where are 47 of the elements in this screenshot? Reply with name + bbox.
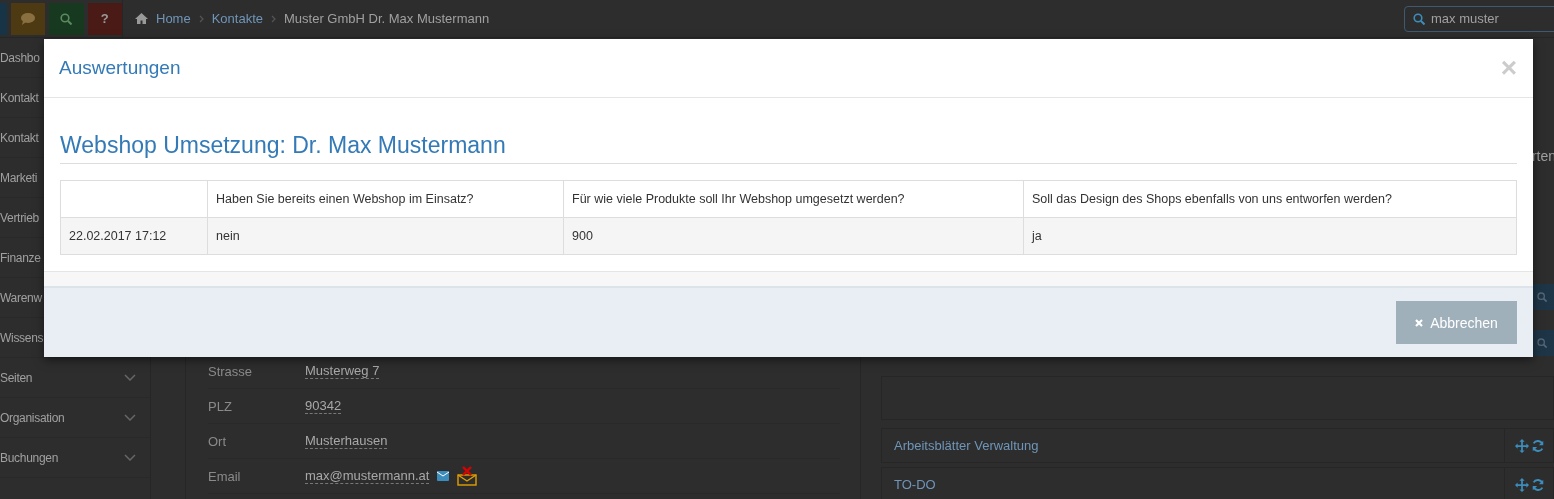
search-icon [1537,292,1547,302]
panel-title[interactable]: Arbeitsblätter Verwaltung [894,438,1039,453]
move-icon[interactable] [1515,438,1529,453]
close-icon [1415,318,1424,327]
table-cell: 900 [563,217,1024,255]
field-value[interactable]: max@mustermann.at [305,468,430,484]
refresh-icon[interactable] [1531,477,1545,492]
chevron-down-icon [124,374,136,381]
field-label: Strasse [208,363,254,379]
refresh-icon[interactable] [1531,438,1545,453]
column-header: Haben Sie bereits einen Webshop im Einsatz? [207,180,564,218]
field-label: Email [208,468,242,484]
move-icon[interactable] [1515,477,1529,492]
column-header: Für wie viele Produkte soll Ihr Webshop umgesetzt werden? [563,180,1024,218]
panel-title[interactable]: TO-DO [894,477,936,492]
home-icon [135,13,148,24]
toolbar-button[interactable] [49,2,84,35]
sidebar-item[interactable]: Organisation [0,398,150,438]
chevron-right-icon [271,14,276,23]
search-icon [1537,338,1547,348]
table-cell: nein [207,217,564,255]
search-field[interactable]: max muster [1404,5,1554,32]
sidebar-item[interactable]: Seiten [0,358,150,398]
breadcrumb-item[interactable]: Kontakte [211,11,263,26]
envelope-icon[interactable] [437,471,450,481]
toolbar-button[interactable]: ? [87,2,122,35]
breadcrumb-item: Muster GmbH Dr. Max Mustermann [284,11,490,26]
speech-bubble-icon [20,12,35,25]
table-cell: ja [1023,217,1517,255]
chevron-down-icon [124,414,136,421]
toolbar-button[interactable] [10,2,45,35]
breadcrumb-item[interactable]: Home [156,11,191,26]
field-value[interactable]: Musterhausen [305,433,388,449]
table-cell: 22.02.2017 17:12 [60,217,208,255]
search-icon [60,12,73,25]
field-label: Ort [208,433,228,449]
field-label: PLZ [208,398,233,414]
chevron-down-icon [124,454,136,461]
envelope-cross-icon[interactable] [457,466,478,486]
field-value[interactable]: 90342 [305,398,342,414]
section-heading: Webshop Umsetzung: Dr. Max Mustermann [60,132,1517,164]
field-value[interactable]: Musterweg 7 [305,363,380,379]
modal-title: Auswertungen [59,57,181,79]
column-header: Soll das Design des Shops ebenfalls von uns entworfen werden? [1023,180,1517,218]
search-icon [1413,12,1425,25]
chevron-right-icon [198,14,204,23]
sidebar-item[interactable]: Buchungen [0,438,150,478]
